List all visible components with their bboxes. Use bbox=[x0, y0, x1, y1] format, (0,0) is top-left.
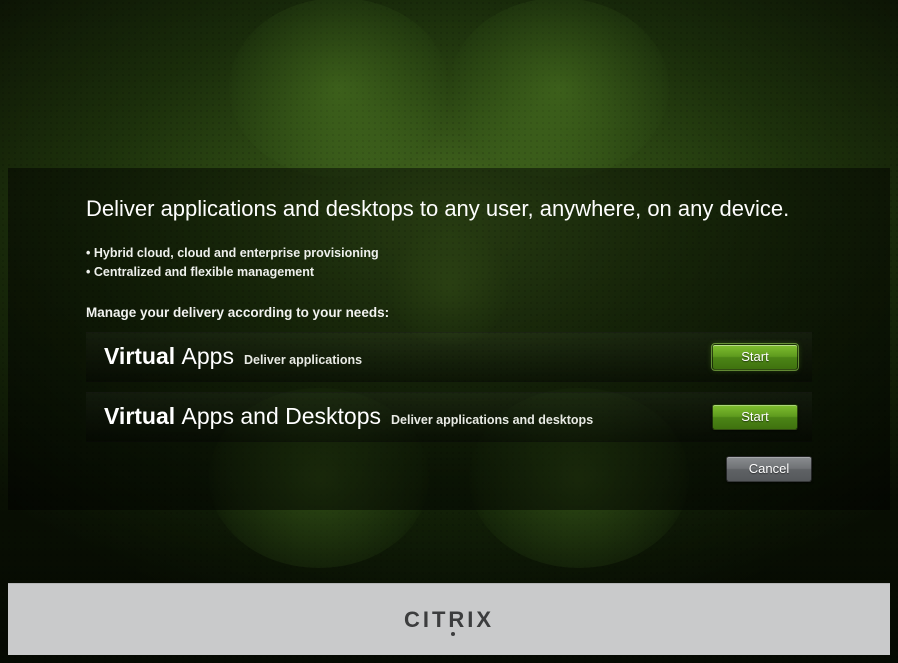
start-virtual-apps-button[interactable]: Start bbox=[712, 344, 798, 370]
subheading: Manage your delivery according to your n… bbox=[86, 305, 812, 320]
installer-window: Deliver applications and desktops to any… bbox=[0, 0, 898, 663]
action-row: Cancel bbox=[86, 456, 812, 482]
option-subtitle: Deliver applications bbox=[244, 353, 362, 367]
logo-dot-icon bbox=[451, 632, 455, 636]
option-text: Virtual Apps Deliver applications bbox=[104, 343, 362, 370]
citrix-logo: CITRIX bbox=[404, 607, 494, 633]
option-virtual-apps: Virtual Apps Deliver applications Start bbox=[86, 332, 812, 382]
feature-bullets: Hybrid cloud, cloud and enterprise provi… bbox=[86, 244, 812, 283]
option-subtitle: Deliver applications and desktops bbox=[391, 413, 593, 427]
option-text: Virtual Apps and Desktops Deliver applic… bbox=[104, 403, 593, 430]
start-virtual-apps-desktops-button[interactable]: Start bbox=[712, 404, 798, 430]
bullet-item: Hybrid cloud, cloud and enterprise provi… bbox=[86, 244, 812, 263]
option-title: Virtual Apps bbox=[104, 343, 234, 370]
footer: CITRIX bbox=[8, 583, 890, 655]
bullet-item: Centralized and flexible management bbox=[86, 263, 812, 282]
option-title: Virtual Apps and Desktops bbox=[104, 403, 381, 430]
option-virtual-apps-desktops: Virtual Apps and Desktops Deliver applic… bbox=[86, 392, 812, 442]
main-panel: Deliver applications and desktops to any… bbox=[8, 168, 890, 510]
cancel-button[interactable]: Cancel bbox=[726, 456, 812, 482]
headline: Deliver applications and desktops to any… bbox=[86, 196, 812, 222]
